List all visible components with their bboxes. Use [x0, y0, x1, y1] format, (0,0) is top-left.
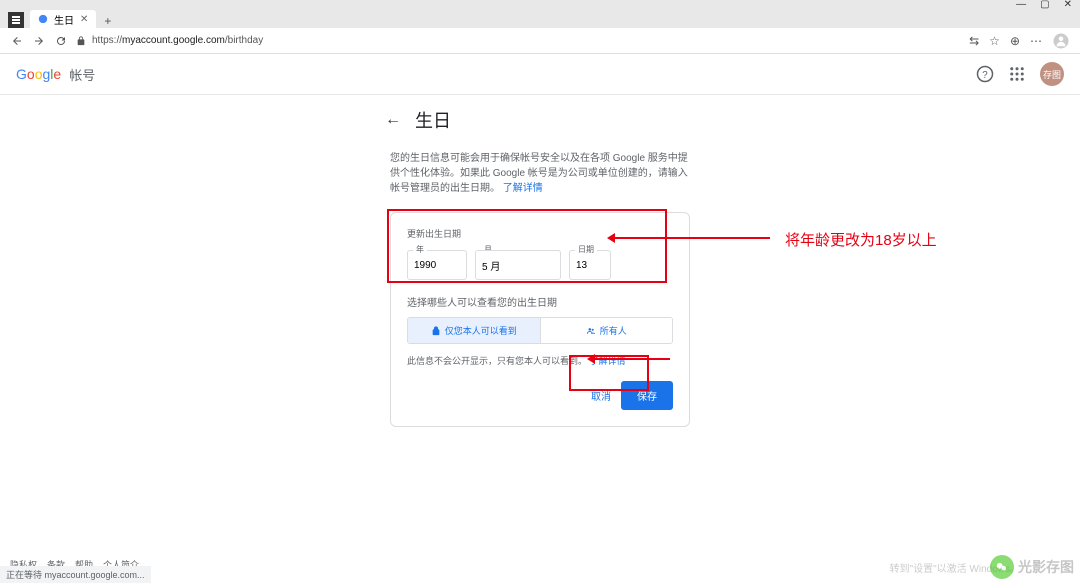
visibility-toggle: 仅您本人可以看到 所有人	[407, 317, 673, 344]
status-bar: 正在等待 myaccount.google.com...	[0, 566, 151, 583]
annotation-arrow-1	[610, 237, 770, 239]
tab-close-icon[interactable]: ✕	[80, 14, 88, 25]
learn-more-link[interactable]: 了解详情	[503, 183, 543, 194]
people-icon	[586, 326, 596, 336]
reading-list-icon[interactable]: ⊕	[1010, 34, 1020, 48]
cancel-button[interactable]: 取消	[591, 388, 611, 403]
window-controls: — ▢ ✕	[0, 0, 1080, 8]
window-close-button[interactable]: ✕	[1064, 0, 1072, 10]
annotation-text: 将年龄更改为18岁以上	[785, 229, 937, 250]
tab-title: 生日	[54, 12, 74, 27]
profile-icon[interactable]	[1052, 32, 1070, 50]
url-input[interactable]: https://myaccount.google.com/birthday	[76, 35, 961, 46]
visibility-only-you[interactable]: 仅您本人可以看到	[408, 318, 540, 343]
card-actions: 取消 保存	[407, 381, 673, 410]
page-title: 生日	[415, 107, 451, 133]
avatar[interactable]: 存图	[1040, 62, 1064, 86]
back-button[interactable]	[10, 34, 24, 48]
svg-text:?: ?	[982, 70, 988, 81]
url-text: https://myaccount.google.com/birthday	[92, 35, 263, 46]
tab-bar: 生日 ✕ +	[0, 8, 1080, 28]
google-logo: Google	[16, 66, 61, 82]
maximize-button[interactable]: ▢	[1040, 0, 1049, 10]
day-label: 日期	[575, 244, 597, 255]
main-content: ← 生日 您的生日信息可能会用于确保帐号安全以及在各项 Google 服务中提供…	[0, 95, 1080, 427]
birthday-inputs: 年 月 日期	[407, 250, 673, 280]
logo[interactable]: Google 帐号	[16, 65, 95, 84]
tab-list-icon[interactable]	[8, 12, 24, 28]
menu-icon[interactable]: ⋯	[1030, 34, 1042, 48]
visibility-note: 此信息不会公开显示，只有您本人可以看到。 了解详情	[407, 354, 673, 367]
browser-tab[interactable]: 生日 ✕	[30, 10, 96, 28]
annotation-arrow-2	[590, 358, 670, 360]
refresh-button[interactable]	[54, 34, 68, 48]
wechat-icon	[990, 555, 1014, 579]
lock-icon	[431, 326, 441, 336]
new-tab-button[interactable]: +	[96, 14, 119, 28]
translate-icon[interactable]: ⇆	[969, 34, 979, 48]
year-label: 年	[413, 244, 427, 255]
back-arrow-icon[interactable]: ←	[385, 111, 401, 129]
page-header: Google 帐号 ? 存图	[0, 54, 1080, 95]
google-favicon-icon	[38, 14, 48, 24]
visibility-everyone[interactable]: 所有人	[540, 318, 673, 343]
visibility-label: 选择哪些人可以查看您的出生日期	[407, 294, 673, 309]
apps-icon[interactable]	[1008, 65, 1026, 83]
wechat-text: 光影存图	[1018, 557, 1074, 577]
address-bar-actions: ⇆ ☆ ⊕ ⋯	[969, 32, 1070, 50]
save-button[interactable]: 保存	[621, 381, 673, 410]
address-bar: https://myaccount.google.com/birthday ⇆ …	[0, 28, 1080, 54]
month-select[interactable]	[475, 250, 561, 280]
lock-icon	[76, 36, 86, 46]
description-text: 您的生日信息可能会用于确保帐号安全以及在各项 Google 服务中提供个性化体验…	[390, 151, 690, 196]
help-icon[interactable]: ?	[976, 65, 994, 83]
birthday-card: 更新出生日期 年 月 日期 选择哪些人可以查看您的出生日期 仅您本人可以看到	[390, 212, 690, 427]
minimize-button[interactable]: —	[1016, 0, 1026, 10]
account-label: 帐号	[69, 65, 95, 84]
favorite-icon[interactable]: ☆	[989, 34, 1000, 48]
wechat-watermark: 光影存图	[990, 555, 1074, 579]
forward-button[interactable]	[32, 34, 46, 48]
